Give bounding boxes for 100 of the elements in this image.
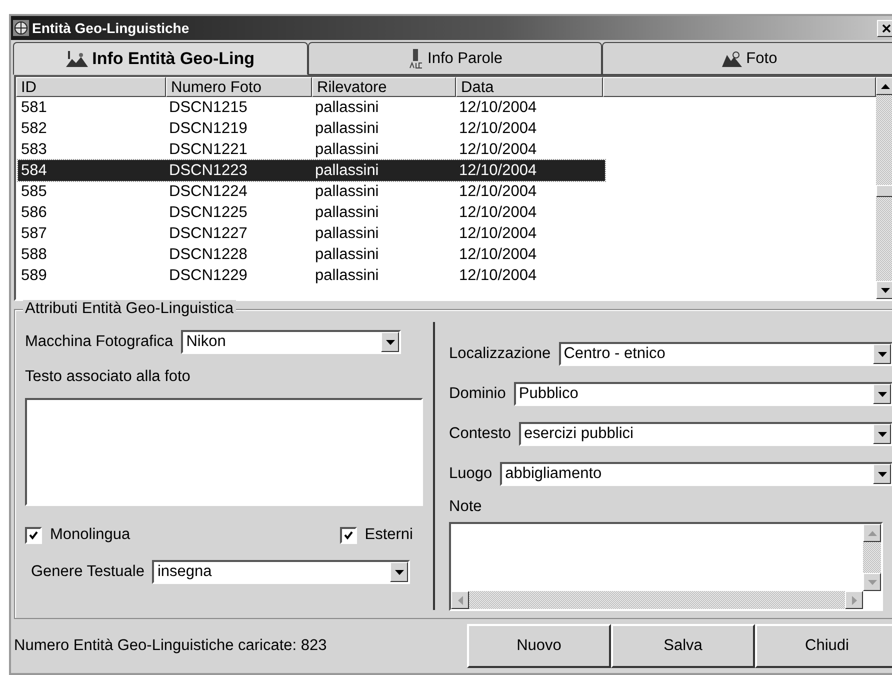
table-cell-text: DSCN1223: [168, 162, 248, 180]
table-row[interactable]: 581 DSCN1215 pallassini 12/10/2004: [18, 97, 605, 118]
status-text: Numero Entità Geo-Linguistiche caricate: 823: [14, 637, 328, 655]
table-cell-text: pallassini: [314, 224, 380, 242]
down-arrow-icon: [868, 580, 876, 584]
dropdown[interactable]: esercizi pubblici: [519, 422, 892, 446]
scroll-up-button[interactable]: [863, 524, 881, 542]
scroll-thumb[interactable]: [876, 185, 892, 197]
table-cell-text: DSCN1229: [168, 266, 248, 284]
checkbox[interactable]: Esterni: [340, 526, 413, 544]
table-cell-text: 589: [20, 266, 48, 284]
scroll-left-button[interactable]: [451, 591, 469, 609]
table-cell-text: DSCN1215: [168, 98, 248, 116]
camera-dropdown[interactable]: Nikon: [181, 330, 402, 354]
caret-icon: [878, 392, 886, 396]
table-cell-text: pallassini: [314, 98, 380, 116]
table-row[interactable]: 583 DSCN1221 pallassini 12/10/2004: [18, 139, 605, 160]
caret-icon: [878, 472, 886, 476]
caret-icon: [386, 340, 395, 344]
landscape-icon: [66, 50, 88, 66]
table-cell-text: pallassini: [314, 246, 380, 264]
field-label: Genere Testuale: [31, 563, 144, 581]
tab[interactable]: Info Entità Geo-Ling: [13, 42, 308, 75]
tab[interactable]: Info Parole: [308, 42, 602, 75]
caret-icon: [878, 352, 886, 356]
check-icon: [28, 530, 39, 540]
field-label: Macchina Fotografica: [25, 333, 174, 351]
table-cell-text: DSCN1225: [168, 204, 248, 222]
scrollbar[interactable]: [876, 77, 892, 299]
table-row[interactable]: 586 DSCN1225 pallassini 12/10/2004: [18, 202, 605, 223]
note-area[interactable]: [449, 522, 883, 611]
checkbox[interactable]: Monolingua: [25, 526, 130, 544]
table-cell-text: 12/10/2004: [458, 98, 538, 116]
table-row[interactable]: 585 DSCN1224 pallassini 12/10/2004: [18, 181, 605, 202]
caret-icon: [394, 570, 404, 574]
scenery-icon: [722, 50, 742, 66]
table-cell-text: pallassini: [314, 162, 380, 180]
table-cell-text: DSCN1227: [168, 224, 248, 242]
down-arrow-icon: [880, 288, 890, 292]
action-button[interactable]: Nuovo: [467, 624, 611, 668]
table-cell-text: 581: [20, 98, 48, 116]
table-cell-text: pallassini: [314, 182, 380, 200]
table-row[interactable]: 587 DSCN1227 pallassini 12/10/2004: [18, 223, 605, 244]
scroll-up-button[interactable]: [876, 77, 892, 95]
tab[interactable]: Foto: [602, 42, 892, 75]
field-label: Contesto: [449, 425, 512, 443]
field-label: Testo associato alla foto: [25, 368, 192, 386]
dropdown[interactable]: Pubblico: [514, 382, 892, 406]
table-cell-text: 583: [20, 140, 48, 158]
table-row[interactable]: 589 DSCN1229 pallassini 12/10/2004: [18, 265, 605, 286]
table-cell-text: DSCN1228: [168, 246, 248, 264]
scroll-down-button[interactable]: [876, 281, 892, 299]
table-row[interactable]: 582 DSCN1219 pallassini 12/10/2004: [18, 118, 605, 139]
up-arrow-icon: [880, 84, 890, 88]
group-title: Attributi Entità Geo-Linguistica: [23, 300, 236, 318]
close-button[interactable]: [877, 20, 892, 36]
right-arrow-icon: [852, 596, 856, 604]
table-cell-text: 12/10/2004: [458, 266, 538, 284]
column-header[interactable]: ID: [16, 77, 166, 97]
table-cell-text: pallassini: [314, 266, 380, 284]
column-header[interactable]: Rilevatore: [312, 77, 456, 97]
table-cell-text: 12/10/2004: [458, 246, 538, 264]
dropdown[interactable]: abbigliamento: [500, 462, 892, 486]
action-button[interactable]: Chiudi: [755, 624, 892, 668]
table-cell-text: 586: [20, 204, 48, 222]
scroll-down-button[interactable]: [863, 573, 881, 591]
close-icon: [882, 24, 890, 32]
table-cell-text: DSCN1219: [168, 120, 248, 138]
table-cell-text: 12/10/2004: [458, 120, 538, 138]
field-label: Luogo: [449, 465, 492, 483]
text-area[interactable]: [25, 398, 423, 506]
up-arrow-icon: [868, 530, 876, 536]
table-cell-text: pallassini: [314, 204, 380, 222]
genre-dropdown[interactable]: insegna: [152, 560, 410, 584]
table-cell-text: 12/10/2004: [458, 224, 538, 242]
table-cell-text: 12/10/2004: [458, 140, 538, 158]
table-cell-text: pallassini: [314, 120, 380, 138]
table-cell-text: 587: [20, 224, 48, 242]
globe-icon: [13, 20, 29, 36]
action-button[interactable]: Salva: [611, 624, 755, 668]
left-arrow-icon: [458, 596, 462, 604]
field-label: Localizzazione: [449, 345, 551, 363]
text-icon: [408, 48, 424, 68]
table-cell-text: 588: [20, 246, 48, 264]
table-cell-text: 12/10/2004: [458, 162, 538, 180]
column-header[interactable]: Data: [456, 77, 603, 97]
table-cell-text: DSCN1221: [168, 140, 248, 158]
dropdown[interactable]: Centro - etnico: [558, 342, 892, 366]
table-cell-text: 12/10/2004: [458, 182, 538, 200]
scroll-right-button[interactable]: [845, 591, 863, 609]
table-row[interactable]: 584 DSCN1223 pallassini 12/10/2004: [18, 160, 605, 181]
caret-icon: [878, 432, 886, 436]
window-title: Entità Geo-Linguistiche: [32, 20, 190, 36]
field-label: Dominio: [449, 385, 506, 403]
table-cell-text: 584: [20, 162, 48, 180]
column-header[interactable]: Numero Foto: [166, 77, 312, 97]
table-row[interactable]: 588 DSCN1228 pallassini 12/10/2004: [18, 244, 605, 265]
field-label: Note: [449, 498, 483, 516]
table-cell-text: pallassini: [314, 140, 380, 158]
check-icon: [342, 530, 354, 540]
